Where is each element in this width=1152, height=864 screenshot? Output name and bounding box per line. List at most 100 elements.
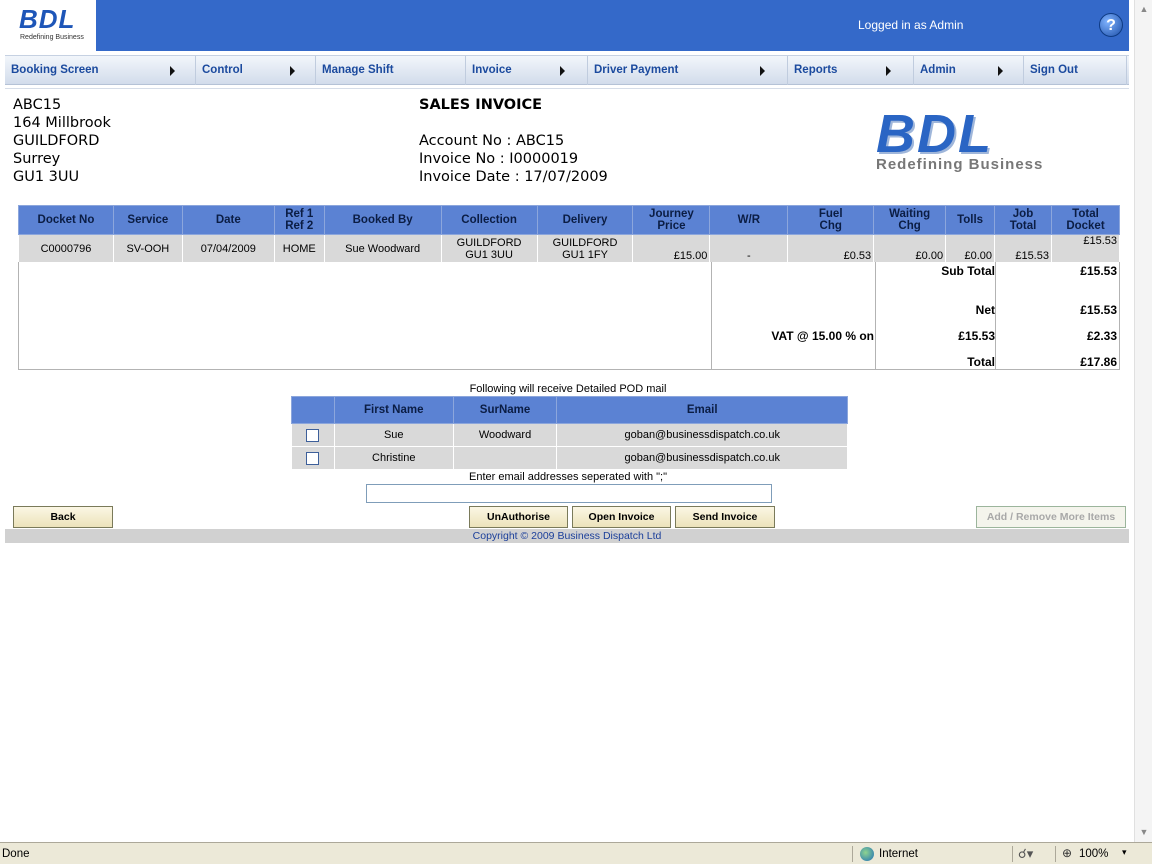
open-invoice-button[interactable]: Open Invoice	[572, 506, 671, 528]
vat-base: £15.53	[958, 329, 995, 343]
cell-first-name: Christine	[333, 446, 454, 470]
total-value: £17.86	[1080, 355, 1117, 369]
col-select	[291, 396, 335, 424]
col-email: Email	[556, 396, 848, 424]
pod-recipients-table: First Name SurName Email Sue Woodward go…	[291, 396, 848, 470]
help-icon[interactable]: ?	[1099, 13, 1123, 37]
send-invoice-button[interactable]: Send Invoice	[675, 506, 775, 528]
pod-caption: Following will receive Detailed POD mail	[469, 383, 667, 395]
nav-driver-payment[interactable]: Driver Payment	[588, 56, 788, 85]
delivery-postcode: GU1 1FY	[562, 248, 608, 261]
logo[interactable]: BDL Redefining Business	[5, 0, 96, 51]
divider	[1055, 846, 1056, 862]
col-ref1: Ref 1	[285, 208, 314, 220]
nav-label: Booking Screen	[11, 64, 99, 76]
cell-surname	[452, 446, 558, 470]
back-button[interactable]: Back	[13, 506, 113, 528]
cell-waiting-chg: £0.00	[873, 234, 947, 263]
col-job-total-l1: Job	[1012, 208, 1034, 220]
protected-mode-icon[interactable]: ☌▾	[1018, 846, 1033, 862]
cell-select	[291, 446, 335, 470]
table-row[interactable]: C0000796 SV-OOH 07/04/2009 HOME Sue Wood…	[18, 234, 1121, 263]
col-job-total-l2: Total	[1009, 220, 1037, 232]
cell-wr: -	[709, 234, 789, 263]
totals-panel: Sub Total £15.53 Net £15.53 VAT @ 15.00 …	[18, 262, 1120, 370]
logged-in-label: Logged in as Admin	[858, 18, 964, 32]
col-ref2: Ref 2	[285, 220, 314, 232]
invoice-table: Docket No Service Date Ref 1 Ref 2 Booked…	[18, 205, 1121, 263]
submenu-arrow-icon	[560, 66, 565, 76]
col-job-total: Job Total	[994, 205, 1052, 235]
submenu-arrow-icon	[886, 66, 891, 76]
zoom-dropdown-icon[interactable]: ▾	[1122, 847, 1127, 858]
cell-booked-by: Sue Woodward	[323, 234, 442, 263]
add-remove-items-button[interactable]: Add / Remove More Items	[976, 506, 1126, 528]
nav-label: Control	[202, 64, 243, 76]
divider	[5, 88, 1129, 89]
divider	[711, 262, 712, 370]
main-nav: Booking Screen Control Manage Shift Invo…	[5, 55, 1129, 85]
address-line: Surrey	[13, 151, 61, 167]
logo-tagline: Redefining Business	[20, 34, 84, 41]
total-label: Total	[967, 355, 995, 369]
address-line: ABC15	[13, 97, 62, 113]
cell-first-name: Sue	[333, 423, 454, 447]
subtotal-value: £15.53	[1080, 264, 1117, 278]
unauthorise-button[interactable]: UnAuthorise	[469, 506, 568, 528]
nav-manage-shift[interactable]: Manage Shift	[316, 56, 466, 85]
divider	[852, 846, 853, 862]
col-fuel-chg: Fuel Chg	[787, 205, 875, 235]
cell-service: SV-OOH	[112, 234, 183, 263]
table-row: Christine goban@businessdispatch.co.uk	[291, 446, 848, 470]
cell-surname: Woodward	[452, 423, 558, 447]
col-journey-price: Journey Price	[632, 205, 711, 235]
cell-email: goban@businessdispatch.co.uk	[556, 446, 848, 470]
browser-status-bar: Done Internet ☌▾ ⊕ 100% ▾	[0, 842, 1152, 864]
invoice-date: Invoice Date : 17/07/2009	[419, 169, 608, 185]
cell-tolls: £0.00	[945, 234, 996, 263]
invoice-no: Invoice No : I0000019	[419, 151, 579, 167]
copyright: Copyright © 2009 Business Dispatch Ltd	[472, 530, 662, 542]
col-date: Date	[181, 205, 275, 235]
cell-journey-price: £15.00	[632, 234, 711, 263]
submenu-arrow-icon	[170, 66, 175, 76]
col-total-docket: Total Docket	[1050, 205, 1121, 235]
cell-email: goban@businessdispatch.co.uk	[556, 423, 848, 447]
col-service: Service	[112, 205, 183, 235]
recipient-checkbox[interactable]	[306, 451, 320, 465]
cell-select	[291, 423, 335, 447]
globe-icon	[860, 847, 874, 861]
nav-label: Manage Shift	[322, 64, 394, 76]
nav-sign-out[interactable]: Sign Out	[1024, 56, 1127, 85]
col-collection: Collection	[440, 205, 538, 235]
col-waiting-l1: Waiting	[889, 208, 931, 220]
company-logo: BDL Redefining Business	[870, 103, 1095, 178]
collection-town: GUILDFORD	[456, 236, 522, 249]
collection-postcode: GU1 3UU	[465, 248, 513, 261]
vat-label: VAT @ 15.00 % on	[771, 329, 874, 343]
col-journey-price-l2: Price	[657, 220, 686, 232]
nav-label: Admin	[920, 64, 956, 76]
recipient-checkbox[interactable]	[306, 428, 320, 442]
nav-invoice[interactable]: Invoice	[466, 56, 588, 85]
zoom-icon[interactable]: ⊕	[1062, 846, 1072, 860]
nav-booking-screen[interactable]: Booking Screen	[5, 56, 196, 85]
nav-reports[interactable]: Reports	[788, 56, 914, 85]
nav-control[interactable]: Control	[196, 56, 316, 85]
table-header-row: Docket No Service Date Ref 1 Ref 2 Booked…	[18, 205, 1121, 235]
nav-label: Sign Out	[1030, 64, 1078, 76]
col-booked-by: Booked By	[323, 205, 442, 235]
submenu-arrow-icon	[998, 66, 1003, 76]
zoom-level[interactable]: 100%	[1079, 848, 1108, 860]
logo-text: BDL	[19, 4, 76, 34]
col-wr: W/R	[709, 205, 789, 235]
scroll-up-icon[interactable]: ▲	[1138, 3, 1150, 15]
scroll-down-icon[interactable]: ▼	[1138, 826, 1150, 838]
table-row: Sue Woodward goban@businessdispatch.co.u…	[291, 423, 848, 447]
nav-label: Reports	[794, 64, 838, 76]
company-logo-tagline: Redefining Business	[876, 156, 1044, 173]
vertical-scrollbar[interactable]: ▲ ▼	[1134, 0, 1152, 842]
email-addresses-input[interactable]	[366, 484, 772, 503]
col-docket-no: Docket No	[18, 205, 114, 235]
nav-admin[interactable]: Admin	[914, 56, 1024, 85]
